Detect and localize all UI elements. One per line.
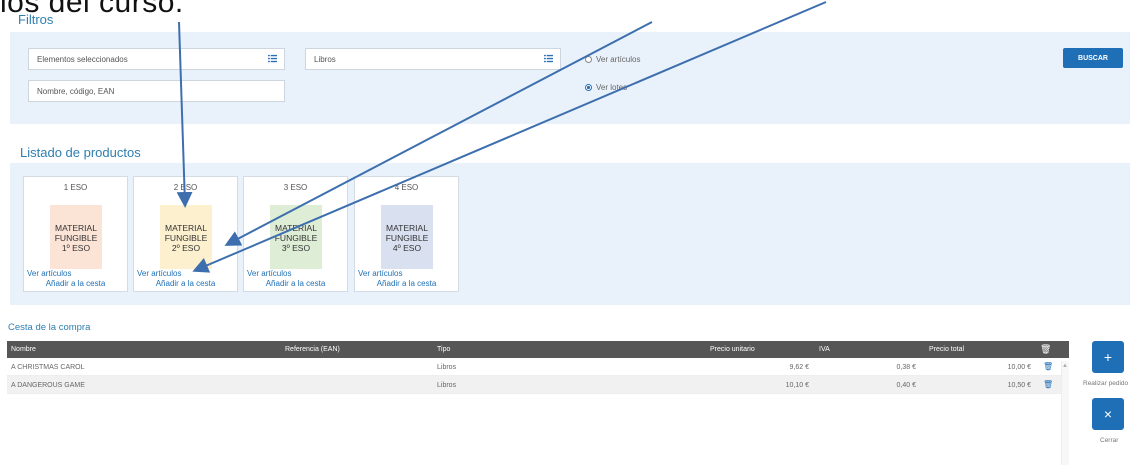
selected-elements-select[interactable]: Elementos seleccionados — [28, 48, 285, 70]
product-thumbnail[interactable]: MATERIAL FUNGIBLE 3º ESO — [270, 205, 322, 269]
column-header-ref[interactable]: Referencia (EAN) — [285, 346, 340, 353]
column-header-vat[interactable]: IVA — [819, 346, 830, 353]
category-value: Libros — [314, 55, 336, 64]
thumb-line: 4º ESO — [392, 243, 422, 253]
column-header-name[interactable]: Nombre — [11, 346, 36, 353]
table-row: A CHRISTMAS CAROL Libros 9,62 € 0,38 € 1… — [7, 358, 1069, 376]
add-to-cart-link[interactable]: Añadir a la cesta — [24, 279, 127, 288]
view-articles-link[interactable]: Ver artículos — [137, 269, 181, 278]
products-title: Listado de productos — [20, 145, 141, 160]
close-icon: × — [1103, 406, 1113, 422]
search-input[interactable]: Nombre, código, EAN — [28, 80, 285, 102]
close-label: Cerrar — [1100, 437, 1119, 444]
trash-icon[interactable]: 🗑 — [1043, 380, 1053, 389]
cell-vat: 0,40 € — [896, 382, 916, 389]
list-icon — [268, 54, 277, 63]
add-to-cart-link[interactable]: Añadir a la cesta — [134, 279, 237, 288]
product-card: 4 ESO MATERIAL FUNGIBLE 4º ESO Ver artícul… — [354, 176, 459, 292]
search-placeholder: Nombre, código, EAN — [37, 87, 115, 96]
filters-title: Filtros — [18, 12, 54, 27]
table-row: A DANGEROUS GAME Libros 10,10 € 0,40 € 1… — [7, 376, 1069, 394]
thumb-line: 3º ESO — [281, 243, 311, 253]
column-header-type[interactable]: Tipo — [437, 346, 450, 353]
thumb-line: MATERIAL — [386, 223, 428, 233]
thumb-line: FUNGIBLE — [274, 233, 318, 243]
list-icon — [544, 54, 553, 63]
cart-title: Cesta de la compra — [8, 322, 91, 333]
product-card: 2 ESO MATERIAL FUNGIBLE 2º ESO Ver artícul… — [133, 176, 238, 292]
table-header: Nombre Referencia (EAN) Tipo Precio unit… — [7, 341, 1069, 358]
cell-type: Libros — [437, 364, 457, 371]
product-card: 3 ESO MATERIAL FUNGIBLE 3º ESO Ver artícul… — [243, 176, 348, 292]
trash-icon[interactable]: 🗑 — [1043, 362, 1053, 371]
trash-header-icon[interactable]: 🗑 — [1040, 344, 1051, 355]
cell-unit-price: 9,62 € — [789, 364, 809, 371]
view-articles-link[interactable]: Ver artículos — [358, 269, 402, 278]
column-header-total[interactable]: Precio total — [929, 346, 964, 353]
search-button[interactable]: BUSCAR — [1063, 48, 1123, 68]
selected-elements-label: Elementos seleccionados — [37, 55, 128, 64]
product-thumbnail[interactable]: MATERIAL FUNGIBLE 2º ESO — [160, 205, 212, 269]
category-select[interactable]: Libros — [305, 48, 561, 70]
radio-view-lots[interactable]: Ver lotes — [585, 83, 627, 92]
thumb-line: 1º ESO — [61, 243, 91, 253]
cell-vat: 0,38 € — [896, 364, 916, 371]
card-course: 3 ESO — [283, 183, 308, 192]
product-thumbnail[interactable]: MATERIAL FUNGIBLE 1º ESO — [50, 205, 102, 269]
scroll-up-icon[interactable]: ▲ — [1062, 363, 1068, 369]
place-order-button[interactable]: + — [1092, 341, 1124, 373]
thumb-line: 2º ESO — [171, 243, 201, 253]
view-articles-link[interactable]: Ver artículos — [247, 269, 291, 278]
thumb-line: FUNGIBLE — [164, 233, 208, 243]
close-button[interactable]: × — [1092, 398, 1124, 430]
view-articles-link[interactable]: Ver artículos — [27, 269, 71, 278]
cell-total: 10,00 € — [1007, 364, 1031, 371]
plus-icon: + — [1103, 349, 1113, 365]
radio-checked-icon — [585, 84, 592, 91]
cell-total: 10,50 € — [1007, 382, 1031, 389]
cell-type: Libros — [437, 382, 457, 389]
add-to-cart-link[interactable]: Añadir a la cesta — [355, 279, 458, 288]
radio-unchecked-icon — [585, 56, 592, 63]
radio-lots-label: Ver lotes — [596, 83, 628, 92]
cell-unit-price: 10,10 € — [785, 382, 809, 389]
product-thumbnail[interactable]: MATERIAL FUNGIBLE 4º ESO — [381, 205, 433, 269]
product-card: 1 ESO MATERIAL FUNGIBLE 1º ESO Ver artícul… — [23, 176, 128, 292]
card-course: 4 ESO — [394, 183, 419, 192]
radio-view-articles[interactable]: Ver artículos — [585, 55, 640, 64]
card-course: 2 ESO — [173, 183, 198, 192]
cart-table: Nombre Referencia (EAN) Tipo Precio unit… — [7, 341, 1069, 394]
card-course: 1 ESO — [63, 183, 88, 192]
thumb-line: MATERIAL — [55, 223, 97, 233]
cell-name: A CHRISTMAS CAROL — [11, 364, 85, 371]
filters-panel — [10, 32, 1130, 124]
thumb-line: MATERIAL — [275, 223, 317, 233]
thumb-line: FUNGIBLE — [385, 233, 429, 243]
thumb-line: FUNGIBLE — [54, 233, 98, 243]
column-header-unit-price[interactable]: Precio unitario — [710, 346, 755, 353]
place-order-label: Realizar pedido — [1083, 380, 1129, 387]
table-scrollbar[interactable] — [1061, 361, 1069, 465]
add-to-cart-link[interactable]: Añadir a la cesta — [244, 279, 347, 288]
thumb-line: MATERIAL — [165, 223, 207, 233]
radio-articles-label: Ver artículos — [596, 55, 641, 64]
cell-name: A DANGEROUS GAME — [11, 382, 85, 389]
